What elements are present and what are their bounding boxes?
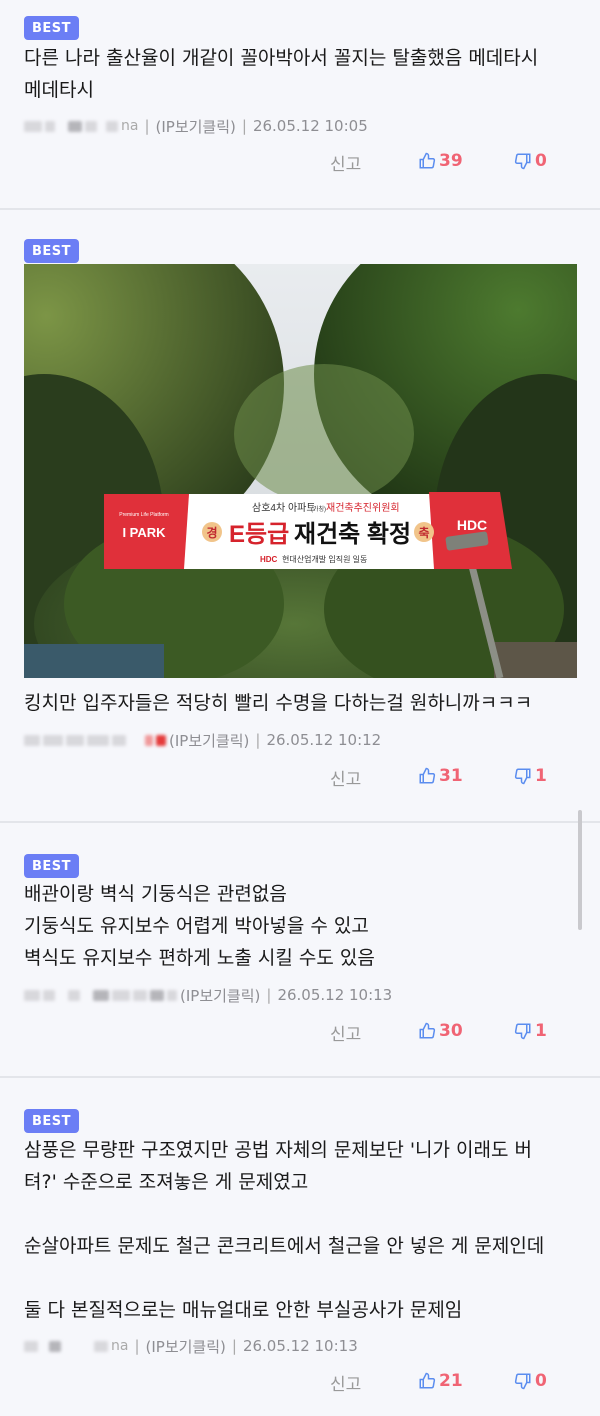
downvote-count: 0 <box>535 151 547 171</box>
upvote-count: 21 <box>439 1371 463 1391</box>
banner-main-red: E등급 <box>229 521 289 548</box>
timestamp: 26.05.12 10:13 <box>242 1337 358 1355</box>
author-name-blurred[interactable]: na <box>24 118 138 134</box>
comment-actions: 신고 30 1 <box>0 1021 600 1049</box>
banner-sub-red: HDC <box>260 555 278 564</box>
downvote-button[interactable]: 0 <box>514 1371 547 1391</box>
comment-line-blank <box>24 1198 580 1230</box>
downvote-button[interactable]: 0 <box>514 151 547 171</box>
comment-meta: (IP보기클릭) | 26.05.12 10:12 <box>24 730 381 750</box>
author-name-blurred[interactable] <box>24 734 169 746</box>
comment-line: 배관이랑 벽식 기둥식은 관련없음 <box>24 883 287 905</box>
timestamp: 26.05.12 10:05 <box>252 117 368 135</box>
comment-actions: 신고 31 1 <box>0 766 600 794</box>
ip-toggle[interactable]: (IP보기클릭) <box>180 985 260 1006</box>
comment-4: BEST 삼풍은 무량판 구조였지만 공법 자체의 문제보단 '니가 이래도 버… <box>0 1078 600 1416</box>
report-button[interactable]: 신고 <box>330 1371 361 1399</box>
downvote-count: 1 <box>535 1021 547 1041</box>
report-button[interactable]: 신고 <box>330 766 361 794</box>
upvote-button[interactable]: 31 <box>418 766 463 786</box>
comment-line-blank <box>24 1262 580 1294</box>
ip-toggle[interactable]: (IP보기클릭) <box>169 730 249 751</box>
banner-top-red: 재건축추진위원회 <box>326 501 400 514</box>
separator: | <box>144 117 150 135</box>
upvote-button[interactable]: 30 <box>418 1021 463 1041</box>
downvote-button[interactable]: 1 <box>514 766 547 786</box>
comment-1: BEST 다른 나라 출산율이 개같이 꼴아박아서 꼴지는 탈출했음 메데타시 … <box>0 0 600 208</box>
comment-line: 기둥식도 유지보수 어렵게 박아넣을 수 있고 <box>24 915 369 937</box>
separator: | <box>231 1337 237 1355</box>
banner-badge-right: 축 <box>418 525 429 540</box>
timestamp: 26.05.12 10:13 <box>277 986 393 1004</box>
author-tail: na <box>121 118 139 134</box>
thumbs-down-icon <box>514 768 531 785</box>
thumbs-up-icon <box>419 767 436 784</box>
banner-sub-text: 현대산업개발 임직원 일동 <box>282 554 367 564</box>
comment-line: 메데타시 <box>24 79 94 101</box>
downvote-button[interactable]: 1 <box>514 1021 547 1041</box>
thumbs-down-icon <box>514 1373 531 1390</box>
downvote-count: 1 <box>535 766 547 786</box>
thumbs-up-icon <box>419 152 436 169</box>
banner-top-text: 삼호4차 아파트 <box>252 502 316 514</box>
upvote-count: 30 <box>439 1021 463 1041</box>
downvote-count: 0 <box>535 1371 547 1391</box>
comment-actions: 신고 39 0 <box>0 151 600 179</box>
comment-line: 텨?' 수준으로 조져놓은 게 문제였고 <box>24 1171 309 1193</box>
comment-meta: na | (IP보기클릭) | 26.05.12 10:05 <box>24 116 368 136</box>
comment-line: 순살아파트 문제도 철근 콘크리트에서 철근을 안 넣은 게 문제인데 <box>24 1235 545 1257</box>
best-badge: BEST <box>24 16 79 40</box>
best-badge: BEST <box>24 854 79 878</box>
banner-left-brand: I PARK <box>122 525 166 540</box>
rebuild-banner-photo: I PARK Premium Life Platform HDC 삼호4차 아파… <box>24 264 577 678</box>
banner-left-brand-small: Premium Life Platform <box>119 512 168 518</box>
comment-photo[interactable]: I PARK Premium Life Platform HDC 삼호4차 아파… <box>24 264 577 678</box>
comment-text: 삼풍은 무량판 구조였지만 공법 자체의 문제보단 '니가 이래도 버 텨?' … <box>24 1134 580 1326</box>
ip-toggle[interactable]: (IP보기클릭) <box>156 116 236 137</box>
banner-badge-left: 경 <box>206 526 217 540</box>
author-name-blurred[interactable]: na <box>24 1338 128 1354</box>
banner-main-text: 재건축 확정 <box>294 521 411 548</box>
thumbs-up-icon <box>419 1372 436 1389</box>
banner-right-brand: HDC <box>457 517 487 533</box>
comment-text: 다른 나라 출산율이 개같이 꼴아박아서 꼴지는 탈출했음 메데타시 메데타시 <box>24 42 580 106</box>
report-button[interactable]: 신고 <box>330 151 361 179</box>
upvote-button[interactable]: 21 <box>418 1371 463 1391</box>
comment-text: 킹치만 입주자들은 적당히 빨리 수명을 다하는걸 원하니까ㅋㅋㅋ <box>24 687 580 719</box>
scrollbar-thumb[interactable] <box>578 810 582 930</box>
separator: | <box>241 117 247 135</box>
thumbs-up-icon <box>419 1022 436 1039</box>
best-badge: BEST <box>24 1109 79 1133</box>
ip-toggle[interactable]: (IP보기클릭) <box>146 1336 226 1357</box>
comment-line: 벽식도 유지보수 편하게 노출 시킬 수도 있음 <box>24 947 375 969</box>
comment-meta: (IP보기클릭) | 26.05.12 10:13 <box>24 985 392 1005</box>
upvote-button[interactable]: 39 <box>418 151 463 171</box>
upvote-count: 39 <box>439 151 463 171</box>
upvote-count: 31 <box>439 766 463 786</box>
separator: | <box>134 1337 140 1355</box>
separator: | <box>255 731 261 749</box>
comment-line: 삼풍은 무량판 구조였지만 공법 자체의 문제보단 '니가 이래도 버 <box>24 1139 533 1161</box>
report-button[interactable]: 신고 <box>330 1021 361 1049</box>
comment-3: BEST 배관이랑 벽식 기둥식은 관련없음 기둥식도 유지보수 어렵게 박아넣… <box>0 823 600 1076</box>
comment-meta: na | (IP보기클릭) | 26.05.12 10:13 <box>24 1336 358 1356</box>
comment-actions: 신고 21 0 <box>0 1371 600 1399</box>
author-tail: na <box>111 1338 129 1354</box>
separator: | <box>266 986 272 1004</box>
comment-text: 배관이랑 벽식 기둥식은 관련없음 기둥식도 유지보수 어렵게 박아넣을 수 있… <box>24 878 580 974</box>
best-badge: BEST <box>24 239 79 263</box>
comment-line: 둘 다 본질적으로는 매뉴얼대로 안한 부실공사가 문제임 <box>24 1299 463 1321</box>
banner-top-small: (가칭) <box>311 505 326 513</box>
timestamp: 26.05.12 10:12 <box>266 731 382 749</box>
author-name-blurred[interactable] <box>24 989 180 1001</box>
thumbs-down-icon <box>514 1023 531 1040</box>
comment-line: 다른 나라 출산율이 개같이 꼴아박아서 꼴지는 탈출했음 메데타시 <box>24 47 539 69</box>
thumbs-down-icon <box>514 153 531 170</box>
comment-line: 킹치만 입주자들은 적당히 빨리 수명을 다하는걸 원하니까ㅋㅋㅋ <box>24 692 533 714</box>
